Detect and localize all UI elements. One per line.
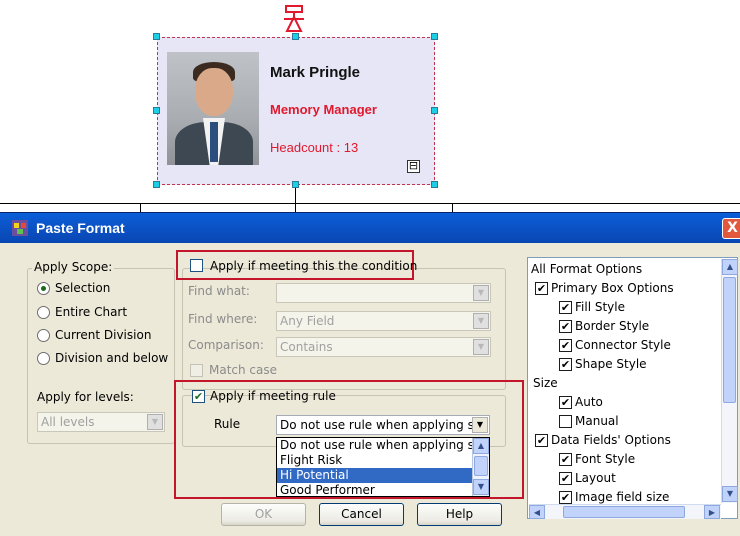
scroll-up-icon[interactable]: ▲ [722,259,738,275]
scroll-down-icon[interactable]: ▼ [722,486,738,502]
tree-item-connector-style[interactable]: ✔ Connector Style [559,338,671,352]
employee-title: Memory Manager [270,102,377,117]
scope-option-selection[interactable]: Selection [37,281,110,295]
paste-format-icon [12,220,28,236]
levels-select[interactable]: All levels ▼ [37,412,165,432]
match-case-label: Match case [209,363,278,377]
chevron-down-icon[interactable]: ▼ [147,414,163,430]
help-button[interactable]: Help [417,503,502,526]
scroll-left-icon[interactable]: ◀ [529,505,545,519]
resize-handle[interactable] [431,33,438,40]
resize-handle[interactable] [153,33,160,40]
tree-horizontal-scrollbar[interactable]: ◀ ▶ [529,504,721,519]
tree-item-data-fields[interactable]: ✔ Data Fields' Options [535,433,671,447]
match-case-checkbox[interactable] [190,364,203,377]
tree-item-image-field-size[interactable]: ✔ Image field size [559,490,669,504]
tree-item-shape-style[interactable]: ✔ Shape Style [559,357,647,371]
chevron-down-icon[interactable]: ▼ [473,339,489,355]
find-what-label: Find what: [188,284,250,298]
radio-icon [37,328,50,342]
tree-item-auto[interactable]: ✔ Auto [559,395,603,409]
checkbox-icon[interactable] [559,414,572,428]
connector-line [0,203,740,204]
scroll-thumb[interactable] [563,506,685,518]
resize-handle[interactable] [292,33,299,40]
cancel-button[interactable]: Cancel [319,503,404,526]
radio-icon [37,281,50,295]
chevron-down-icon[interactable]: ▼ [473,313,489,329]
apply-scope-legend: Apply Scope: [32,260,115,274]
connector-line [295,203,296,212]
comparison-select[interactable]: Contains ▼ [276,337,491,357]
checkbox-icon[interactable]: ✔ [559,471,572,485]
checkbox-icon[interactable]: ✔ [535,433,548,447]
resize-handle[interactable] [292,181,299,188]
connector-line [295,188,296,204]
condition-checkbox-label: Apply if meeting this the condition [210,259,418,273]
find-what-input[interactable]: ▼ [276,283,491,303]
scroll-right-icon[interactable]: ▶ [704,505,720,519]
close-button[interactable]: X [722,218,740,239]
checkbox-icon[interactable]: ✔ [559,490,572,504]
tree-item-layout[interactable]: ✔ Layout [559,471,616,485]
dialog-title: Paste Format [36,220,125,236]
find-where-label: Find where: [188,312,258,326]
checkbox-icon[interactable]: ✔ [559,357,572,371]
levels-label: Apply for levels: [37,390,134,404]
connector-handle-icon[interactable] [283,5,305,35]
resize-handle[interactable] [431,107,438,114]
resize-handle[interactable] [431,181,438,188]
radio-icon [37,351,50,365]
collapse-icon[interactable]: ⊟ [407,160,420,173]
employee-headcount: Headcount : 13 [270,140,359,155]
tree-item-border-style[interactable]: ✔ Border Style [559,319,649,333]
scope-option-current-division[interactable]: Current Division [37,328,151,342]
dialog-titlebar[interactable]: Paste Format X [0,213,740,243]
org-chart-canvas[interactable]: Mark Pringle Memory Manager Headcount : … [0,0,740,212]
tree-vertical-scrollbar[interactable]: ▲ ▼ [721,259,738,503]
checkbox-icon[interactable]: ✔ [559,319,572,333]
checkbox-icon[interactable]: ✔ [559,338,572,352]
radio-icon [37,305,50,319]
find-where-select[interactable]: Any Field ▼ [276,311,491,331]
checkbox-icon[interactable]: ✔ [559,452,572,466]
connector-line [140,203,141,212]
scroll-thumb[interactable] [723,277,736,403]
tree-item-all-format-options[interactable]: All Format Options [531,262,642,276]
comparison-label: Comparison: [188,338,264,352]
scope-option-entire-chart[interactable]: Entire Chart [37,305,127,319]
tree-item-primary-box[interactable]: ✔ Primary Box Options [535,281,674,295]
tree-item-size[interactable]: Size [533,376,558,390]
resize-handle[interactable] [153,181,160,188]
scope-option-division-and-below[interactable]: Division and below [37,351,168,365]
connector-line [452,203,453,212]
checkbox-icon[interactable]: ✔ [559,300,572,314]
resize-handle[interactable] [153,107,160,114]
tree-item-fill-style[interactable]: ✔ Fill Style [559,300,625,314]
chevron-down-icon[interactable]: ▼ [473,285,489,301]
employee-name: Mark Pringle [270,64,361,81]
rule-highlight [174,380,524,499]
employee-photo [167,52,259,165]
checkbox-icon[interactable]: ✔ [559,395,572,409]
tree-item-manual[interactable]: Manual [559,414,619,428]
checkbox-icon[interactable]: ✔ [535,281,548,295]
ok-button[interactable]: OK [221,503,306,526]
condition-checkbox[interactable] [190,259,203,272]
tree-item-font-style[interactable]: ✔ Font Style [559,452,635,466]
